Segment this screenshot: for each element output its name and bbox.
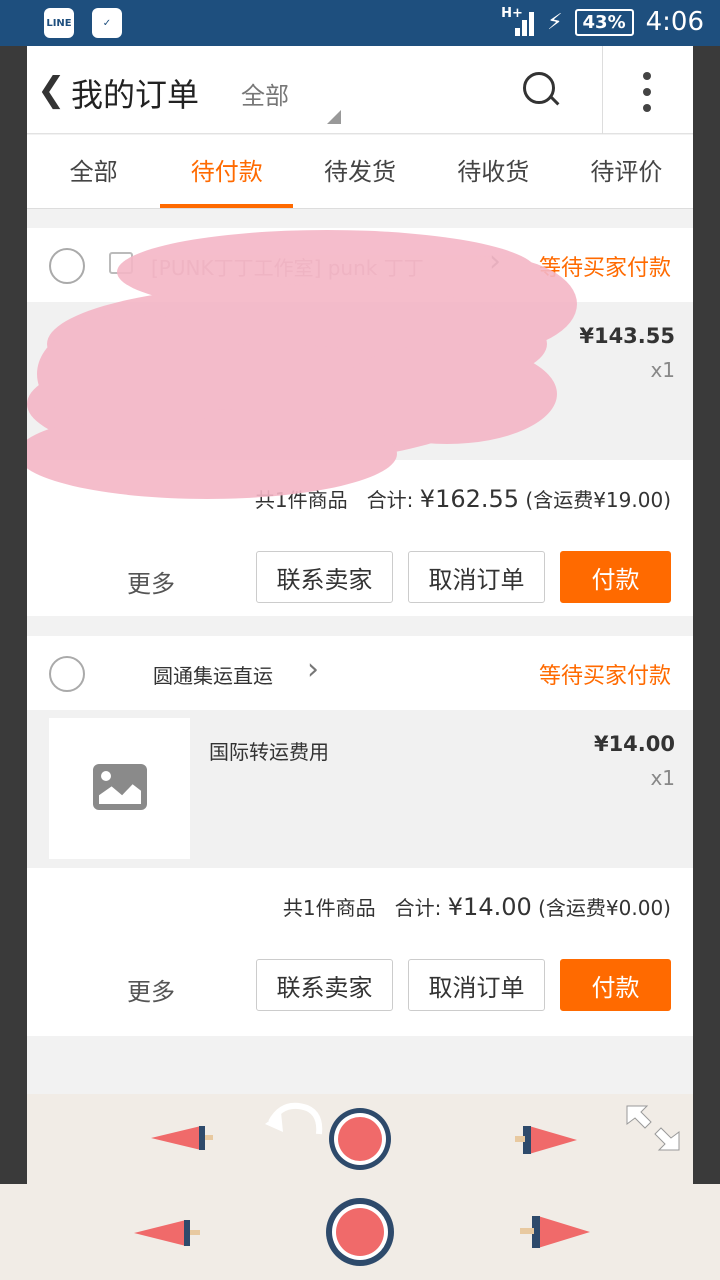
tab-pending-payment[interactable]: 待付款: [160, 135, 294, 208]
undo-arrow-icon[interactable]: [263, 1094, 325, 1138]
watermelon-slice-icon[interactable]: [327, 1106, 393, 1172]
item-price: ¥143.55: [579, 324, 675, 348]
image-placeholder-icon: [93, 764, 147, 810]
order-summary: 共1件商品 合计: ¥14.00 (含运费¥0.00): [283, 892, 671, 921]
chevron-right-icon: ›: [489, 244, 501, 279]
tab-all[interactable]: 全部: [27, 135, 160, 208]
order-total: ¥14.00: [447, 893, 532, 921]
battery-indicator: 43%: [574, 8, 634, 36]
order-summary: 共1件商品 合计: ¥162.55 (含运费¥19.00): [255, 484, 671, 513]
watermelon-popsicle-icon[interactable]: [511, 1120, 581, 1158]
item-quantity: x1: [650, 766, 675, 790]
cancel-order-button[interactable]: 取消订单: [408, 959, 545, 1011]
clock: 4:06: [645, 7, 704, 37]
order-card: [PUNK丁丁工作室] punk 丁丁 › 等待买家付款 ¥143.55 x1 …: [27, 228, 693, 616]
collapse-arrows-icon[interactable]: [623, 1102, 683, 1154]
order-filter-dropdown[interactable]: 全部: [241, 76, 289, 111]
select-order-checkbox[interactable]: [49, 656, 85, 692]
product-thumbnail[interactable]: [49, 718, 190, 859]
total-label: 合计:: [366, 488, 414, 512]
contact-seller-button[interactable]: 联系卖家: [256, 551, 393, 603]
order-header[interactable]: 圆通集运直运 › 等待买家付款: [27, 636, 693, 710]
more-link[interactable]: 更多: [127, 972, 175, 1007]
divider: [602, 46, 603, 134]
order-card: 圆通集运直运 › 等待买家付款 国际转运费用 ¥14.00 x1 共1件商品 合…: [27, 636, 693, 1036]
shipping-fee: (含运费¥0.00): [538, 896, 671, 920]
pay-button[interactable]: 付款: [560, 959, 671, 1011]
tab-to-review[interactable]: 待评价: [560, 135, 693, 208]
watermelon-popsicle-icon[interactable]: [149, 1124, 213, 1152]
shop-icon: [109, 252, 133, 274]
item-quantity: x1: [650, 358, 675, 382]
dropdown-triangle-icon: [327, 110, 341, 124]
signal-icon: H+: [501, 6, 535, 38]
page-title: 我的订单: [71, 76, 200, 114]
order-item[interactable]: 国际转运费用 ¥14.00 x1: [27, 710, 693, 868]
sticker-bottom-bar: [0, 1184, 720, 1280]
shipping-fee: (含运费¥19.00): [525, 488, 671, 512]
order-total: ¥162.55: [419, 485, 520, 513]
item-name[interactable]: 国际转运费用: [209, 736, 329, 765]
back-arrow-icon[interactable]: ❮: [37, 72, 66, 108]
select-order-checkbox[interactable]: [49, 248, 85, 284]
order-status: 等待买家付款: [538, 256, 671, 281]
pay-button[interactable]: 付款: [560, 551, 671, 603]
watermelon-slice-icon[interactable]: [324, 1196, 396, 1268]
top-bar: ❮ 我的订单 全部: [27, 46, 693, 134]
order-status: 等待买家付款: [538, 664, 671, 689]
item-price: ¥14.00: [593, 732, 675, 756]
chevron-right-icon: ›: [307, 652, 319, 687]
item-count: 共1件商品: [254, 488, 348, 512]
more-link[interactable]: 更多: [127, 564, 175, 599]
shopping-bag-icon: ✓: [92, 8, 122, 38]
contact-seller-button[interactable]: 联系卖家: [256, 959, 393, 1011]
watermelon-popsicle-icon[interactable]: [518, 1210, 594, 1252]
tab-to-receive[interactable]: 待收货: [427, 135, 560, 208]
charging-icon: ⚡: [547, 9, 563, 35]
line-icon: LINE: [44, 8, 74, 38]
status-bar: LINE ✓ H+ ⚡ 43% 4:06: [0, 0, 720, 46]
tab-to-ship[interactable]: 待发货: [293, 135, 426, 208]
watermelon-popsicle-icon[interactable]: [132, 1218, 202, 1248]
orders-screen: ❮ 我的订单 全部 全部 待付款 待发货 待收货 待评价 [PUNK丁丁工作室]…: [27, 46, 693, 1184]
shop-name[interactable]: 圆通集运直运: [153, 660, 273, 689]
search-icon[interactable]: [523, 72, 560, 108]
total-label: 合计:: [394, 896, 442, 920]
sticker-overlay-bar: [27, 1094, 693, 1184]
shop-name[interactable]: [PUNK丁丁工作室] punk 丁丁: [151, 252, 424, 281]
item-count: 共1件商品: [282, 896, 376, 920]
order-header[interactable]: [PUNK丁丁工作室] punk 丁丁 › 等待买家付款: [27, 228, 693, 302]
cancel-order-button[interactable]: 取消订单: [408, 551, 545, 603]
more-options-icon[interactable]: [635, 72, 659, 112]
order-item[interactable]: ¥143.55 x1: [27, 302, 693, 460]
order-tabs: 全部 待付款 待发货 待收货 待评价: [27, 135, 693, 209]
